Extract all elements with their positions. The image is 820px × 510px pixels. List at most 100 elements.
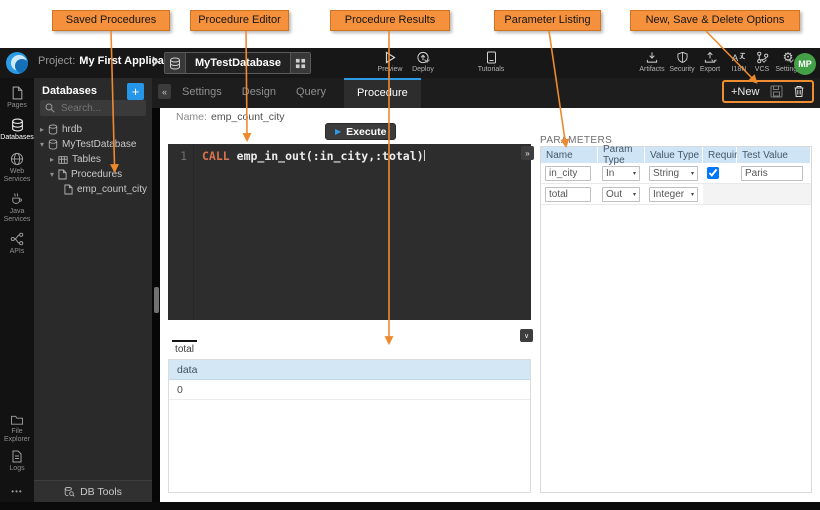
api-icon [10,232,24,246]
caret-expanded-icon[interactable]: ▾ [48,170,56,179]
sidebar-item-pages[interactable]: Pages [0,86,34,110]
text-cursor [424,150,425,161]
search-box[interactable] [40,100,146,116]
svg-text:A: A [732,53,739,63]
preview-label: Preview [378,66,403,73]
more-options-button[interactable]: ••• [0,487,34,496]
save-icon[interactable] [770,85,783,98]
deploy-button[interactable]: Deploy [405,51,441,73]
download-icon [645,51,659,64]
tree-item-tables[interactable]: ▸ Tables [34,152,152,167]
param-row: In ▾ [598,163,645,184]
shield-icon [676,51,689,64]
databases-panel: Databases + ▸ hrdb ▾ MyTestDatabase ▸ Ta… [34,78,152,480]
results-column-header: data [169,360,530,380]
sidebar-item-java-services[interactable]: Java Services [0,192,34,223]
screenshot-root: Saved Procedures Procedure Editor Proced… [0,0,820,510]
required-checkbox[interactable] [707,167,719,179]
ellipsis-icon: ••• [11,487,22,496]
parameters-panel: Name Param Type Value Type Required Test… [540,146,812,493]
param-name-input[interactable] [545,166,591,181]
param-type-select[interactable]: Out ▾ [602,187,640,202]
editor-gutter: 1 [168,144,194,320]
value-type-value: String [653,168,679,179]
caret-collapsed-icon[interactable]: ▸ [38,125,46,134]
select-caret-icon: ▾ [633,170,636,177]
sidebar-item-file-explorer[interactable]: File Explorer [0,414,34,443]
file-icon [58,169,67,180]
database-icon [11,118,24,132]
sql-keyword: CALL [202,149,230,163]
sidebar-item-logs[interactable]: Logs [0,450,34,473]
column-header-test-value: Test Value [737,147,811,163]
grid-icon[interactable] [290,53,310,73]
collapse-editor-button[interactable]: ∨ [520,329,533,342]
sidebar-item-web-services[interactable]: Web Services [0,152,34,183]
sidebar-item-databases[interactable]: Databases [0,118,34,142]
java-cup-icon [10,192,24,206]
value-type-select[interactable]: String ▾ [649,166,698,181]
panel-title: Databases [42,85,97,97]
code-line[interactable]: CALL emp_in_out(:in_city,:total) [194,144,425,320]
wavemaker-logo-icon[interactable] [6,52,28,74]
tree-item-label: hrdb [62,124,82,135]
tree-item-mytestdatabase[interactable]: ▾ MyTestDatabase [34,137,152,152]
database-context-tab[interactable]: MyTestDatabase [164,52,311,74]
expand-parameters-button[interactable]: » [521,146,534,160]
globe-icon [10,152,24,166]
sidebar-item-label: Pages [7,102,27,110]
execute-label: Execute [346,126,386,138]
tab-design[interactable]: Design [240,78,278,108]
collapse-panel-button[interactable]: « [158,84,171,99]
sidebar-item-label: Web Services [0,168,34,183]
value-type-select[interactable]: Integer ▾ [649,187,698,202]
sidebar-item-apis[interactable]: APIs [0,232,34,256]
column-header-name: Name [541,147,598,163]
param-row: Integer ▾ [645,184,703,205]
tab-procedure[interactable]: Procedure [344,78,421,108]
database-icon [48,124,58,135]
callout-saved-procedures: Saved Procedures [52,10,170,31]
param-name-input[interactable] [545,187,591,202]
scrollbar-thumb[interactable] [154,287,159,313]
database-icon [48,139,58,150]
code-editor[interactable]: 1 CALL emp_in_out(:in_city,:total) [168,144,531,320]
db-tools-button[interactable]: DB Tools [34,480,152,502]
tree-item-label: Tables [72,154,101,165]
avatar[interactable]: MP [794,53,816,75]
tab-query[interactable]: Query [294,78,328,108]
tree-item-emp-count-city[interactable]: emp_count_city [34,182,152,197]
execute-button[interactable]: ▶ Execute [325,123,396,140]
sidebar-item-label: Databases [0,134,33,142]
parameters-title: PARAMETERS [540,135,612,146]
tree-item-label: MyTestDatabase [62,139,136,150]
database-icon [165,53,186,73]
results-tab-total[interactable]: total [172,340,197,355]
database-tab-label: MyTestDatabase [186,53,290,73]
tree-item-procedures[interactable]: ▾ Procedures [34,167,152,182]
new-procedure-button[interactable]: +New [731,86,759,98]
caret-collapsed-icon[interactable]: ▸ [48,155,56,164]
tree-item-hrdb[interactable]: ▸ hrdb [34,122,152,137]
panel-scrollbar[interactable] [152,108,160,502]
results-table: data 0 [168,359,531,493]
database-tree: ▸ hrdb ▾ MyTestDatabase ▸ Tables ▾ Proce… [34,122,152,197]
delete-icon[interactable] [793,85,805,98]
test-value-input[interactable] [741,166,803,181]
param-type-value: In [606,168,614,179]
results-row[interactable]: 0 [169,380,530,400]
tab-settings[interactable]: Settings [180,78,224,108]
name-label: Name: [176,111,207,123]
sidebar-item-label: Logs [9,465,24,473]
project-label: Project: [38,55,75,67]
tutorials-button[interactable]: Tutorials [473,51,509,73]
callout-procedure-editor: Procedure Editor [190,10,289,31]
add-database-button[interactable]: + [127,83,144,100]
param-type-select[interactable]: In ▾ [602,166,640,181]
caret-expanded-icon[interactable]: ▾ [38,140,46,149]
folder-icon [10,414,24,426]
preview-button[interactable]: Preview [372,51,408,73]
search-input[interactable] [59,102,141,115]
sidebar-item-label: Java Services [0,208,34,223]
tutorials-icon [486,51,497,64]
